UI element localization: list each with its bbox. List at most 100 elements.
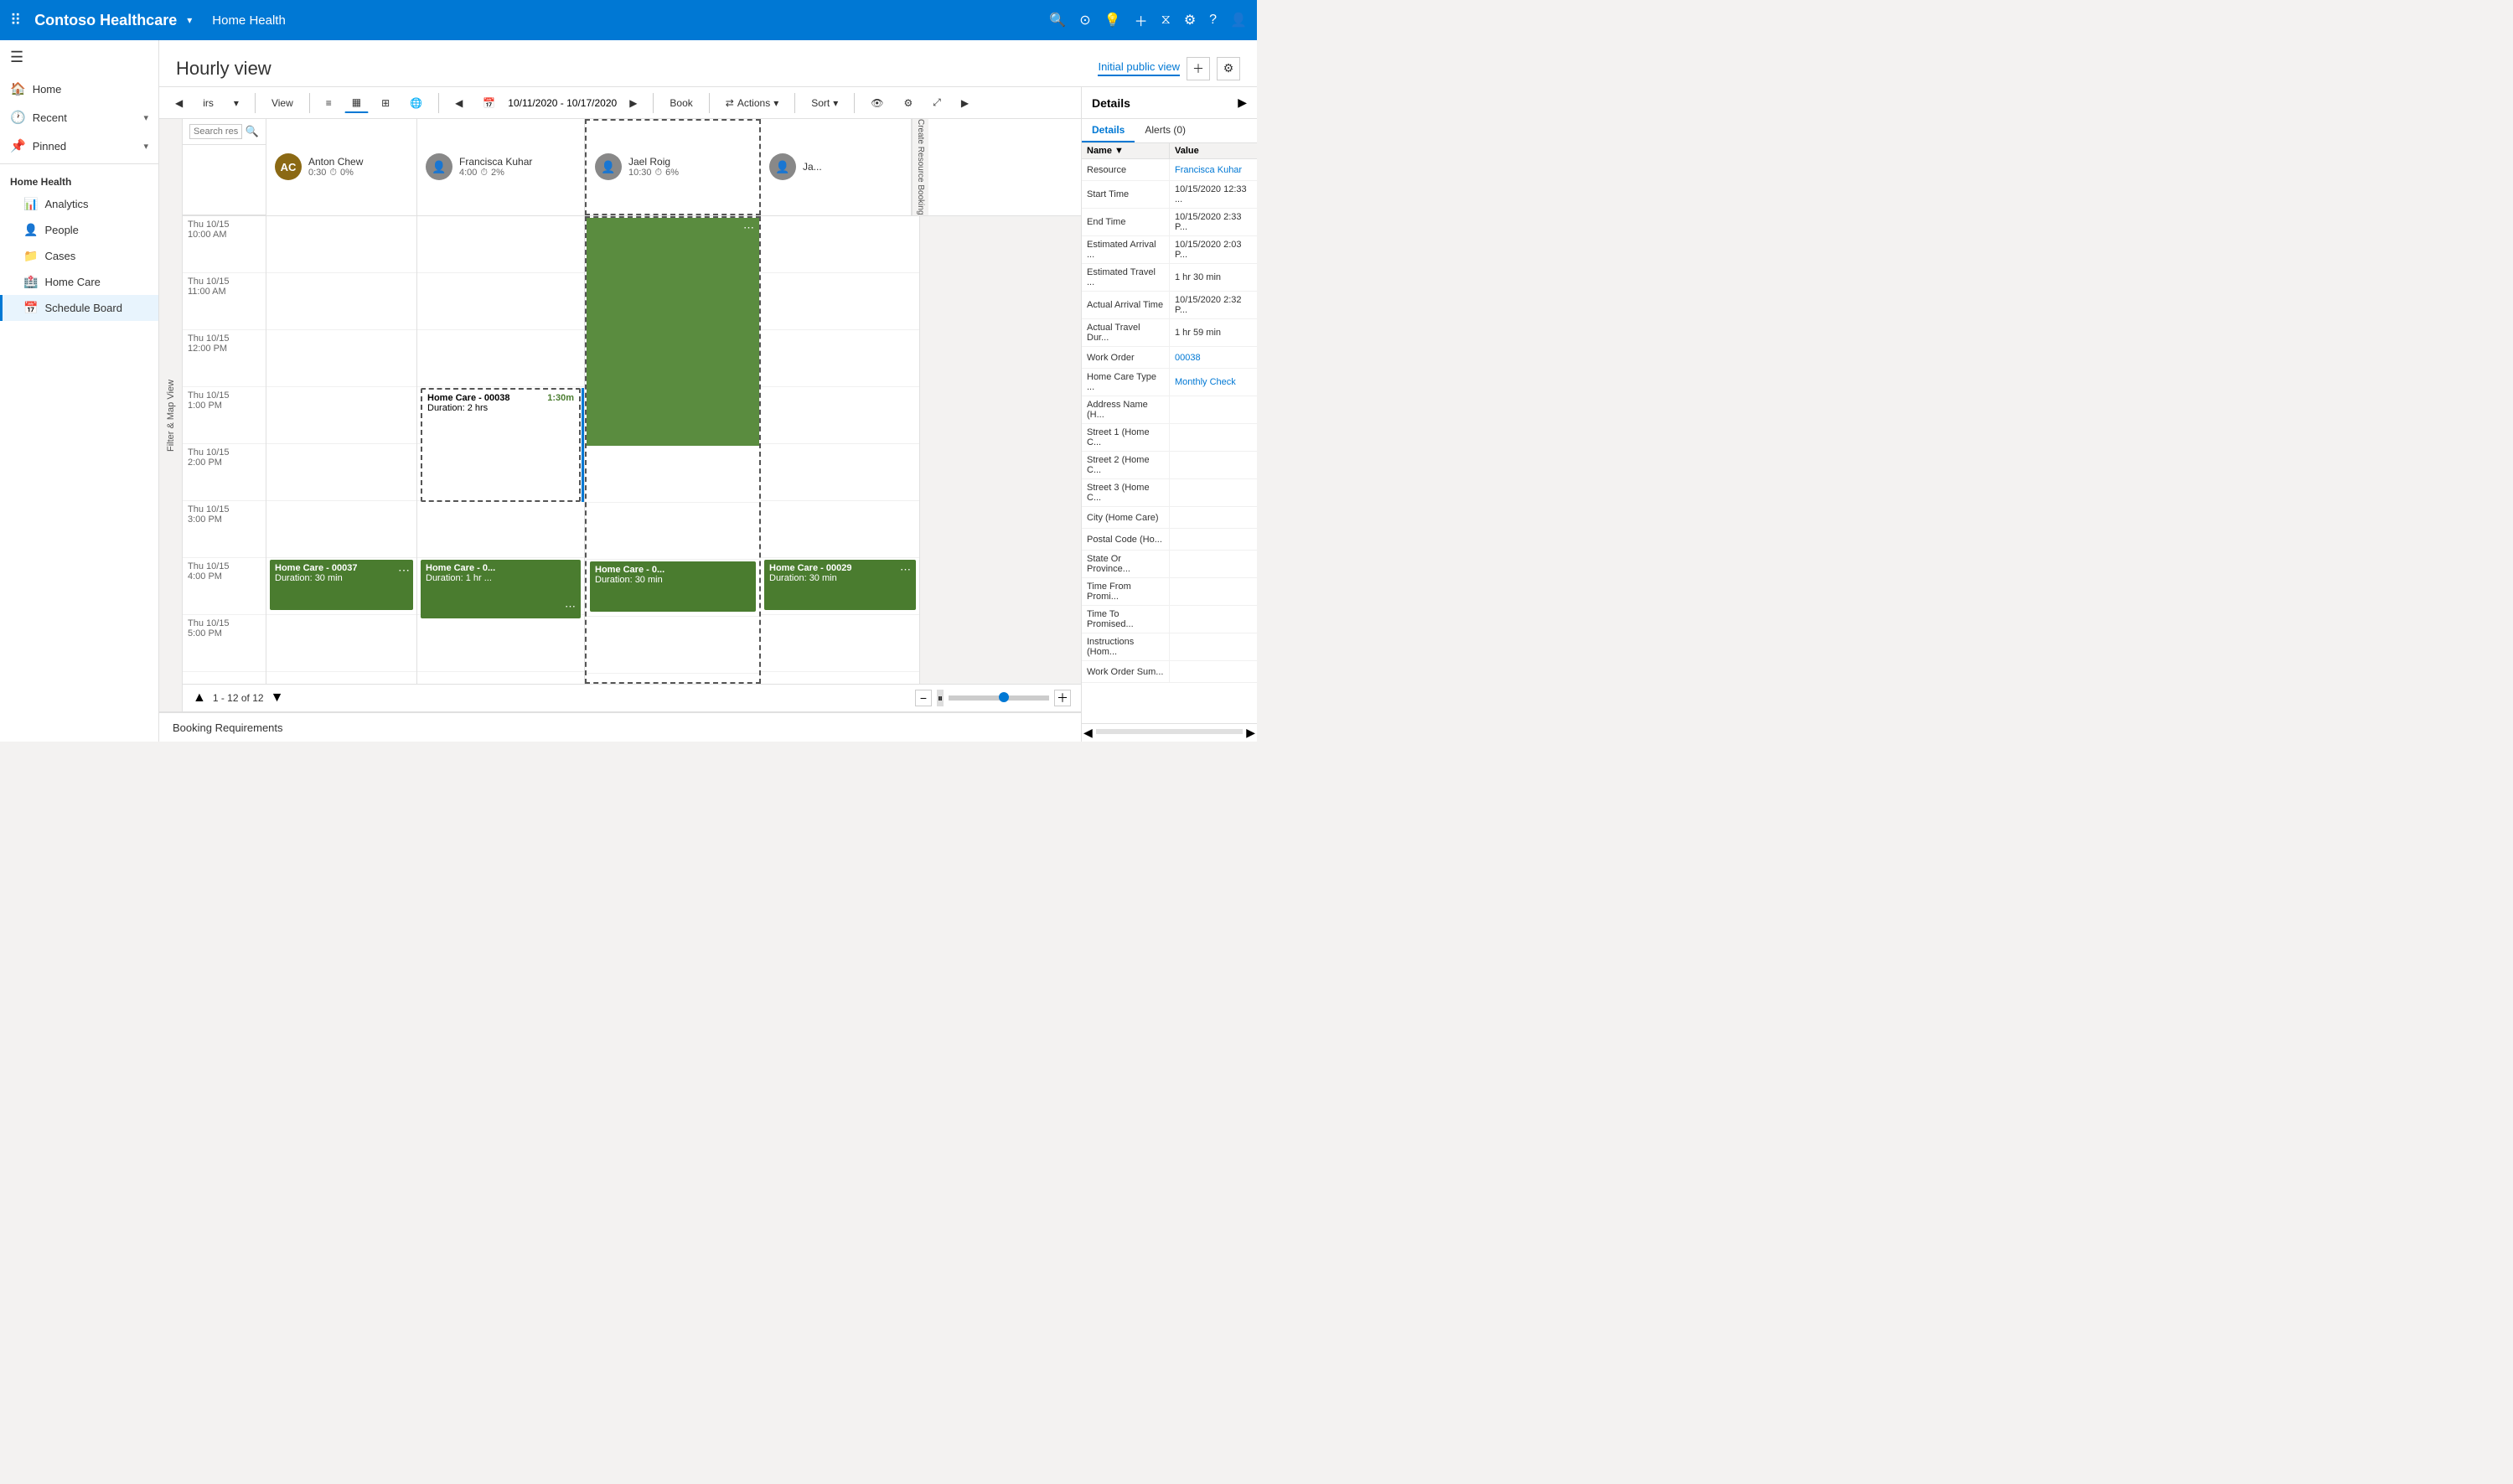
page-up-button[interactable]: ▲: [193, 690, 206, 706]
hamburger-menu[interactable]: ☰: [0, 40, 158, 75]
main-layout: ☰ 🏠 Home 🕐 Recent ▾ 📌 Pinned ▾ Home Heal…: [0, 40, 1257, 742]
detail-value-resource[interactable]: Francisca Kuhar: [1170, 159, 1257, 180]
analytics-icon: 📊: [23, 197, 38, 211]
detail-value-start-time: 10/15/2020 12:33 ...: [1170, 181, 1257, 208]
user-icon[interactable]: 👤: [1230, 12, 1247, 28]
sidebar-item-home[interactable]: 🏠 Home: [0, 75, 158, 103]
details-tab-alerts[interactable]: Alerts (0): [1135, 119, 1196, 142]
settings2-button[interactable]: ⚙: [897, 93, 921, 113]
sidebar-item-analytics[interactable]: 📊 Analytics: [0, 191, 158, 217]
irs-button[interactable]: irs: [195, 93, 221, 113]
ja-info: Ja...: [803, 161, 822, 173]
search-icon[interactable]: 🔍: [246, 125, 259, 138]
francisca-meta: 4:00 ⏱ 2%: [459, 168, 532, 178]
zoom-out-button[interactable]: −: [915, 690, 932, 706]
sidebar-item-pinned[interactable]: 📌 Pinned ▾: [0, 132, 158, 160]
list-view-button[interactable]: ≡: [318, 93, 339, 113]
add-icon[interactable]: ＋: [1135, 10, 1148, 30]
view-button[interactable]: View: [264, 93, 301, 113]
prev-date-button[interactable]: ◀: [447, 93, 470, 113]
detail-label-home-care-type: Home Care Type ...: [1082, 369, 1170, 396]
eye-button[interactable]: 👁: [863, 93, 891, 113]
francisca-3pm-menu[interactable]: ⋯: [565, 600, 576, 613]
sidebar-item-people[interactable]: 👤 People: [0, 217, 158, 243]
actions-label: Actions: [737, 97, 770, 109]
detail-value-home-care-type[interactable]: Monthly Check: [1170, 369, 1257, 396]
schedule-board-label: Schedule Board: [44, 302, 122, 314]
initial-public-view-tab[interactable]: Initial public view: [1098, 60, 1180, 76]
pin-icon: 📌: [10, 138, 26, 153]
lightbulb-icon[interactable]: 💡: [1104, 12, 1121, 28]
details-tab-details[interactable]: Details: [1082, 119, 1135, 142]
expand2-button[interactable]: ⤢: [925, 92, 949, 113]
sort-icon: ▼: [1114, 146, 1124, 156]
grid-view-button[interactable]: ⊞: [374, 93, 397, 113]
create-resource-booking-tab[interactable]: Create Resource Booking: [912, 119, 928, 215]
time-slot-1000: Thu 10/15 10:00 AM: [183, 216, 266, 273]
ja-avatar: 👤: [769, 153, 796, 180]
anton-avatar: AC: [275, 153, 302, 180]
cases-label: Cases: [44, 250, 75, 262]
sidebar-item-cases[interactable]: 📁 Cases: [0, 243, 158, 269]
filter-icon[interactable]: ⧖: [1161, 13, 1171, 28]
settings-icon[interactable]: ⚙: [1184, 12, 1196, 28]
calendar-button[interactable]: 📅: [475, 93, 503, 113]
search-icon[interactable]: 🔍: [1049, 12, 1066, 28]
booking-00029-menu[interactable]: ⋯: [900, 563, 911, 577]
col1-slot2: [266, 273, 416, 330]
detail-row-postal: Postal Code (Ho...: [1082, 529, 1257, 551]
detail-value-work-order[interactable]: 00038: [1170, 347, 1257, 368]
detail-label-time-from: Time From Promi...: [1082, 578, 1170, 605]
booking-home-care-00037[interactable]: Home Care - 00037 Duration: 30 min ⋯: [270, 560, 413, 610]
app-title-chevron-icon[interactable]: ▾: [187, 14, 192, 26]
jael-block-menu[interactable]: ⋯: [743, 221, 754, 235]
sidebar-item-home-care[interactable]: 🏥 Home Care: [0, 269, 158, 295]
zoom-handle[interactable]: [999, 692, 1009, 702]
page-down-button[interactable]: ▼: [271, 690, 284, 706]
jael-large-green-block[interactable]: ⋯: [587, 218, 759, 446]
jael-3pm-booking[interactable]: Home Care - 0... Duration: 30 min: [590, 561, 756, 612]
book-button[interactable]: Book: [662, 93, 700, 113]
sidebar-item-schedule-board[interactable]: 📅 Schedule Board: [0, 295, 158, 321]
map-view-button[interactable]: 🌐: [402, 93, 430, 113]
bar-view-button[interactable]: ▦: [344, 92, 369, 113]
details-scrollbar[interactable]: [1096, 729, 1243, 734]
toolbar-divider-5: [709, 93, 710, 113]
sort-chevron-icon: ▾: [833, 97, 838, 109]
jael-avatar: 👤: [595, 153, 622, 180]
jael-meta: 10:30 ⏱ 6%: [628, 168, 679, 178]
booking-home-care-00038-selected[interactable]: Home Care - 00038 Duration: 2 hrs 1:30m: [421, 388, 581, 502]
detail-value-address-name: [1170, 396, 1257, 423]
expand-button[interactable]: ▾: [226, 93, 246, 113]
actions-button[interactable]: ⇄ Actions ▾: [718, 93, 786, 113]
sort-button[interactable]: Sort ▾: [804, 93, 845, 113]
detail-label-est-arrival: Estimated Arrival ...: [1082, 236, 1170, 263]
settings-button[interactable]: ⚙: [1217, 57, 1240, 80]
help-icon[interactable]: ?: [1209, 13, 1217, 28]
detail-label-work-order-sum: Work Order Sum...: [1082, 661, 1170, 682]
booking-00037-menu[interactable]: ⋯: [398, 563, 410, 577]
view-label: View: [271, 97, 293, 109]
col4-slot8: [761, 615, 919, 672]
details-expand-button[interactable]: ▶: [1238, 96, 1247, 110]
forward-button[interactable]: ▶: [954, 93, 976, 113]
next-date-button[interactable]: ▶: [622, 93, 644, 113]
app-menu-icon[interactable]: ⠿: [10, 12, 21, 29]
booking-francisca-3pm[interactable]: Home Care - 0... Duration: 1 hr ... ⋯: [421, 560, 581, 618]
search-input[interactable]: [189, 124, 242, 139]
filter-map-panel[interactable]: Filter & Map View: [159, 119, 183, 711]
detail-row-instructions: Instructions (Hom...: [1082, 633, 1257, 661]
detail-value-est-travel: 1 hr 30 min: [1170, 264, 1257, 291]
back-button[interactable]: ◀: [168, 93, 190, 113]
zoom-pause-button[interactable]: ⏸: [937, 690, 944, 706]
time-header-spacer: 🔍: [183, 119, 266, 215]
details-scroll-right[interactable]: ▶: [1246, 726, 1255, 740]
zoom-in-button[interactable]: ＋: [1054, 690, 1071, 706]
details-scroll-left[interactable]: ◀: [1083, 726, 1093, 740]
add-view-button[interactable]: ＋: [1187, 57, 1210, 80]
target-icon[interactable]: ⊙: [1079, 12, 1090, 28]
sidebar-item-recent[interactable]: 🕐 Recent ▾: [0, 103, 158, 132]
booking-home-care-00029[interactable]: Home Care - 00029 Duration: 30 min ⋯: [764, 560, 916, 610]
francisca-info: Francisca Kuhar 4:00 ⏱ 2%: [459, 156, 532, 178]
sidebar-item-home-label: Home: [33, 83, 62, 96]
